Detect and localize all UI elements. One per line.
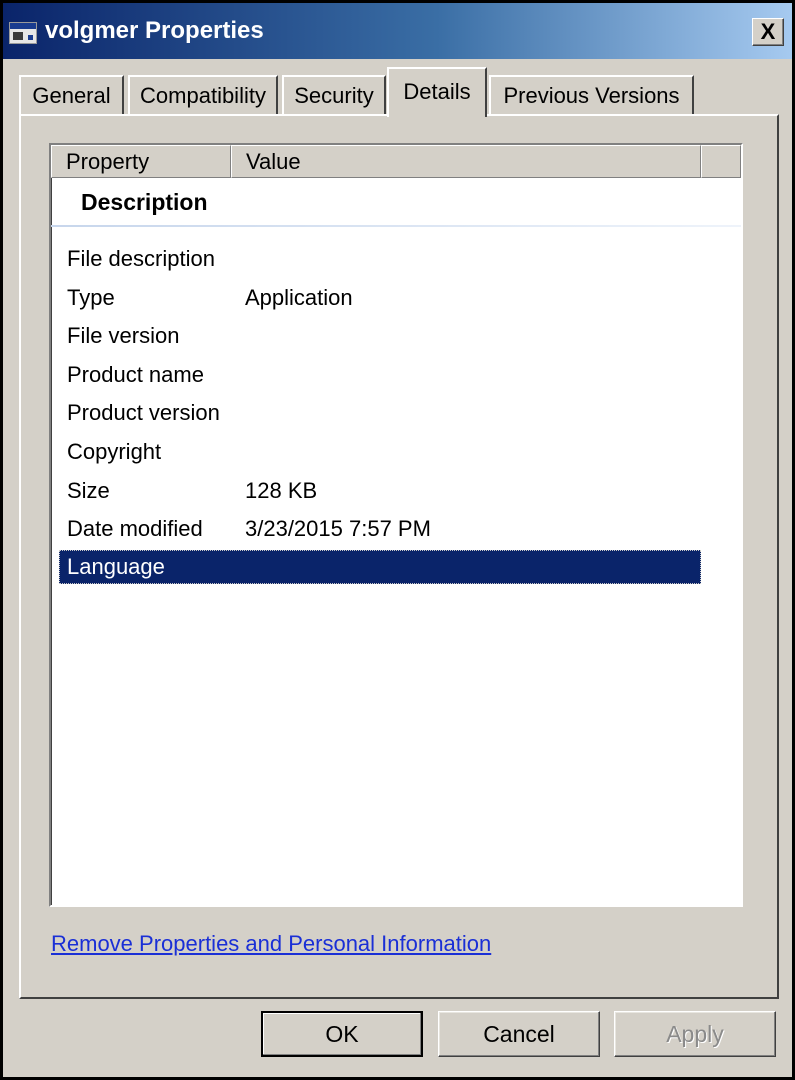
column-header-value[interactable]: Value <box>231 145 701 178</box>
apply-button[interactable]: Apply <box>614 1011 776 1057</box>
property-name: Product version <box>67 400 220 425</box>
group-header-description: Description <box>81 189 208 215</box>
list-item[interactable]: Size 128 KB <box>59 474 701 508</box>
cancel-button[interactable]: Cancel <box>438 1011 600 1057</box>
details-list-view[interactable]: Property Value Description File descript… <box>49 143 743 907</box>
list-item-selected[interactable]: Language <box>59 550 701 584</box>
application-window-icon <box>9 22 37 44</box>
tab-previous-versions[interactable]: Previous Versions <box>489 75 694 115</box>
property-name: Size <box>67 478 110 503</box>
tab-details[interactable]: Details <box>387 67 487 117</box>
column-header-filler <box>701 145 741 178</box>
list-item[interactable]: Product version <box>59 396 701 430</box>
list-item[interactable]: Copyright <box>59 435 701 469</box>
list-item[interactable]: File version <box>59 319 701 353</box>
property-name: File version <box>67 323 180 348</box>
property-name: Copyright <box>67 439 162 464</box>
close-button[interactable]: X <box>752 18 784 46</box>
remove-properties-link[interactable]: Remove Properties and Personal Informati… <box>51 931 491 957</box>
tab-compatibility[interactable]: Compatibility <box>128 75 278 115</box>
tab-general[interactable]: General <box>19 75 124 115</box>
list-header: Property Value <box>51 145 741 178</box>
column-header-property[interactable]: Property <box>51 145 231 178</box>
tab-security[interactable]: Security <box>282 75 386 115</box>
properties-dialog: volgmer Properties X General Compatibili… <box>0 0 795 1080</box>
property-name: Type <box>67 285 115 310</box>
ok-button[interactable]: OK <box>261 1011 423 1057</box>
property-name: Product name <box>67 362 204 387</box>
list-item[interactable]: Type Application <box>59 281 701 315</box>
list-item[interactable]: Date modified 3/23/2015 7:57 PM <box>59 512 701 546</box>
group-divider <box>51 225 741 227</box>
list-item[interactable]: Product name <box>59 358 701 392</box>
property-name: Language <box>67 554 165 579</box>
list-item[interactable]: File description <box>59 242 701 276</box>
property-name: Date modified <box>67 516 203 541</box>
property-name: File description <box>67 246 215 271</box>
window-title: volgmer Properties <box>45 17 264 44</box>
property-value: Application <box>245 285 353 310</box>
property-value: 128 KB <box>245 478 318 503</box>
property-value: 3/23/2015 7:57 PM <box>245 516 431 541</box>
title-bar[interactable]: volgmer Properties X <box>3 3 792 59</box>
